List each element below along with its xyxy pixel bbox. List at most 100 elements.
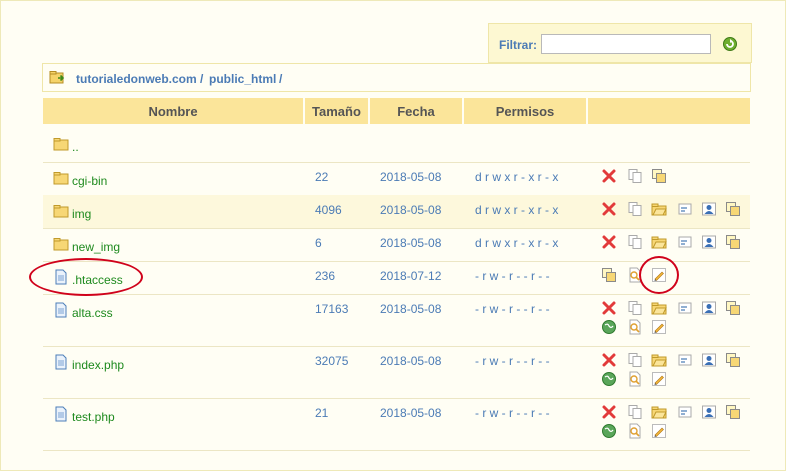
file-icon — [53, 354, 69, 370]
view-icon[interactable] — [627, 319, 643, 335]
chown-icon[interactable] — [701, 404, 717, 420]
folder-open-icon[interactable] — [651, 404, 667, 420]
file-name-label: index.php — [72, 358, 125, 372]
file-name-label: .. — [72, 140, 79, 154]
view-icon[interactable] — [627, 267, 643, 283]
move-icon[interactable] — [725, 300, 741, 316]
view-icon[interactable] — [627, 371, 643, 387]
file-size: 32075 — [315, 354, 349, 368]
delete-icon[interactable] — [601, 352, 617, 368]
rename-icon[interactable] — [677, 404, 693, 420]
rename-icon[interactable] — [677, 352, 693, 368]
edit-icon[interactable] — [651, 371, 667, 387]
column-header-size[interactable]: Tamaño — [305, 98, 368, 124]
breadcrumb-item-public-html[interactable]: public_html — [209, 72, 276, 86]
breadcrumb-item-domain[interactable]: tutorialedonweb.com — [76, 72, 197, 86]
file-permissions[interactable]: d r w x r - x r - x — [475, 236, 558, 250]
filter-label: Filtrar: — [499, 38, 538, 52]
file-size: 22 — [315, 170, 329, 184]
rename-icon[interactable] — [677, 201, 693, 217]
table-row: cgi-bin 22 2018-05-08 d r w x r - x r - x — [43, 162, 750, 196]
folder-open-icon[interactable] — [651, 201, 667, 217]
file-date: 2018-05-08 — [380, 354, 442, 368]
web-icon[interactable] — [601, 371, 617, 387]
table-row: .htaccess 236 2018-07-12 - r w - r - - r - … — [43, 261, 750, 295]
folder-open-icon[interactable] — [651, 234, 667, 250]
table-row: new_img 6 2018-05-08 d r w x r - x r - x — [43, 228, 750, 262]
folder-icon — [53, 203, 69, 219]
file-date: 2018-05-08 — [380, 170, 442, 184]
move-icon[interactable] — [725, 201, 741, 217]
file-name-label: new_img — [72, 240, 121, 254]
web-icon[interactable] — [601, 423, 617, 439]
move-icon[interactable] — [725, 352, 741, 368]
chown-icon[interactable] — [701, 201, 717, 217]
file-permissions[interactable]: - r w - r - - r - - — [475, 302, 550, 316]
file-permissions[interactable]: - r w - r - - r - - — [475, 354, 550, 368]
file-date: 2018-05-08 — [380, 203, 442, 217]
refresh-icon[interactable] — [722, 36, 738, 52]
column-header-name[interactable]: Nombre — [43, 98, 303, 124]
file-permissions[interactable]: - r w - r - - r - - — [475, 269, 550, 283]
move-icon[interactable] — [651, 168, 667, 184]
rename-icon[interactable] — [677, 234, 693, 250]
move-icon[interactable] — [725, 234, 741, 250]
copy-icon[interactable] — [627, 201, 643, 217]
copy-icon[interactable] — [627, 168, 643, 184]
file-icon — [53, 406, 69, 422]
file-name-label: cgi-bin — [72, 174, 108, 188]
filter-input[interactable] — [541, 34, 711, 54]
edit-icon[interactable] — [651, 423, 667, 439]
file-permissions[interactable]: d r w x r - x r - x — [475, 203, 558, 217]
breadcrumb-separator: / — [279, 72, 283, 86]
edit-icon[interactable] — [651, 267, 667, 283]
table-row: img 4096 2018-05-08 d r w x r - x r - x — [43, 195, 750, 229]
chown-icon[interactable] — [701, 300, 717, 316]
table-row: .. — [43, 128, 750, 163]
file-size: 21 — [315, 406, 329, 420]
chown-icon[interactable] — [701, 234, 717, 250]
delete-icon[interactable] — [601, 201, 617, 217]
file-size: 4096 — [315, 203, 342, 217]
file-size: 6 — [315, 236, 322, 250]
file-name-label: test.php — [72, 410, 115, 424]
delete-icon[interactable] — [601, 234, 617, 250]
copy-icon[interactable] — [627, 404, 643, 420]
file-name-label: alta.css — [72, 306, 113, 320]
web-icon[interactable] — [601, 319, 617, 335]
file-name-label: img — [72, 207, 92, 221]
move-icon[interactable] — [725, 404, 741, 420]
file-date: 2018-05-08 — [380, 236, 442, 250]
folder-open-icon[interactable] — [651, 300, 667, 316]
copy-icon[interactable] — [627, 234, 643, 250]
folder-up-icon[interactable] — [49, 69, 65, 85]
copy-icon[interactable] — [627, 300, 643, 316]
file-manager-panel: Filtrar: tutorialedonweb.com / public_ht… — [0, 0, 786, 471]
file-date: 2018-07-12 — [380, 269, 442, 283]
file-size: 17163 — [315, 302, 349, 316]
folder-icon — [53, 170, 69, 186]
file-icon — [53, 302, 69, 318]
breadcrumb-separator: / — [200, 72, 204, 86]
copy-icon[interactable] — [627, 352, 643, 368]
file-permissions[interactable]: d r w x r - x r - x — [475, 170, 558, 184]
breadcrumb: tutorialedonweb.com / public_html / — [42, 63, 751, 92]
filter-box: Filtrar: — [488, 23, 752, 63]
folder-open-icon[interactable] — [651, 352, 667, 368]
move-icon[interactable] — [601, 267, 617, 283]
file-name-label: .htaccess — [72, 273, 123, 287]
column-header-date[interactable]: Fecha — [370, 98, 462, 124]
rename-icon[interactable] — [677, 300, 693, 316]
delete-icon[interactable] — [601, 300, 617, 316]
file-date: 2018-05-08 — [380, 302, 442, 316]
edit-icon[interactable] — [651, 319, 667, 335]
delete-icon[interactable] — [601, 404, 617, 420]
view-icon[interactable] — [627, 423, 643, 439]
chown-icon[interactable] — [701, 352, 717, 368]
table-row: test.php 21 2018-05-08 - r w - r - - r - - — [43, 398, 750, 451]
file-date: 2018-05-08 — [380, 406, 442, 420]
column-header-permissions[interactable]: Permisos — [464, 98, 586, 124]
folder-icon — [53, 236, 69, 252]
file-permissions[interactable]: - r w - r - - r - - — [475, 406, 550, 420]
delete-icon[interactable] — [601, 168, 617, 184]
